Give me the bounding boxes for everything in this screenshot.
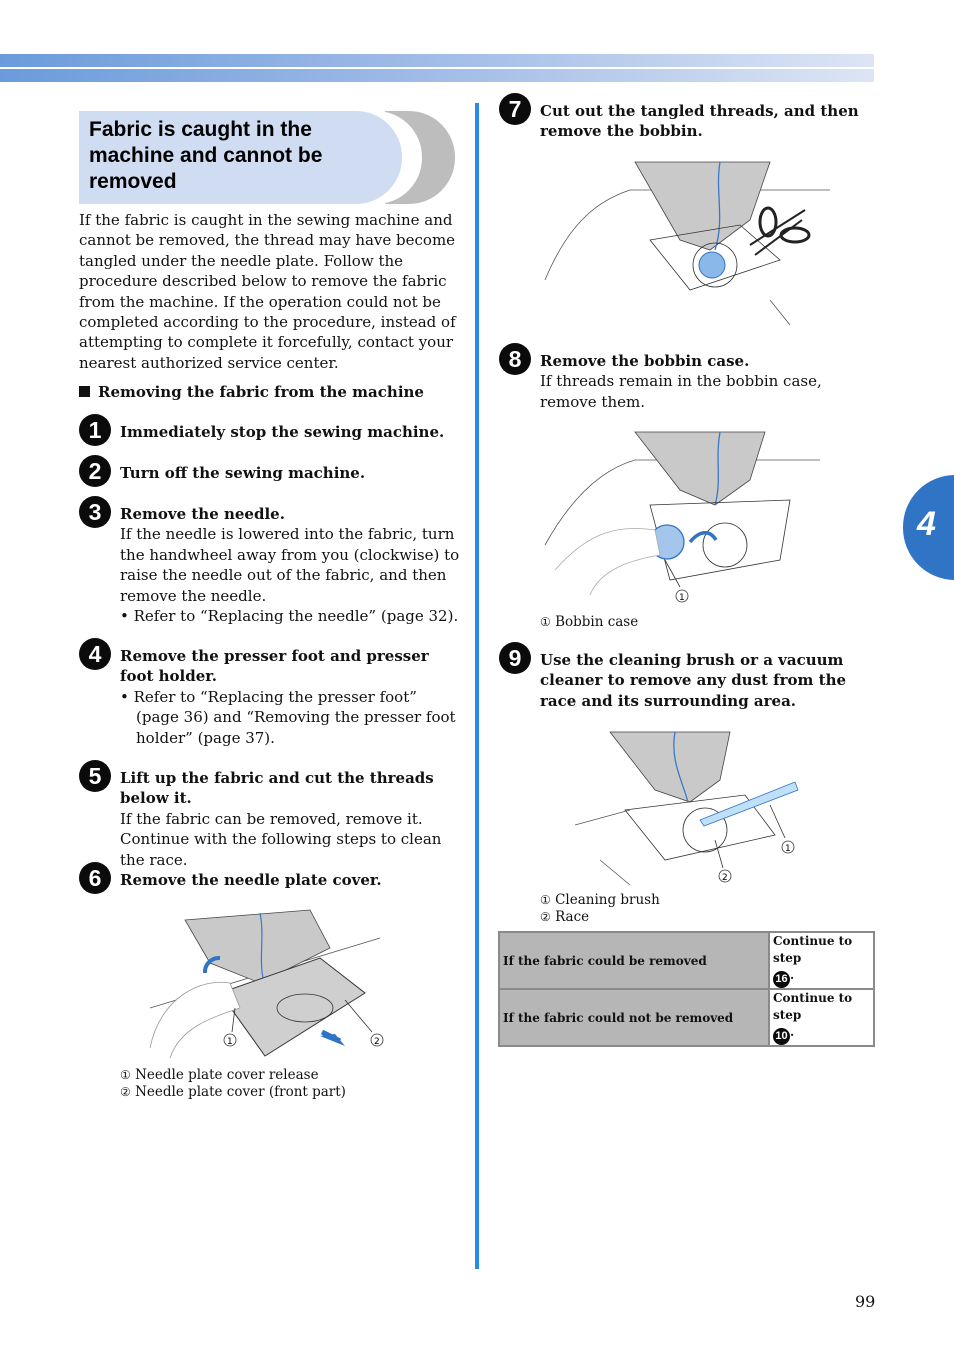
step-number-icon: 9 <box>499 642 531 674</box>
step-heading: Cut out the tangled threads, and then re… <box>540 102 859 141</box>
intro-paragraph: If the fabric is caught in the sewing ma… <box>79 211 456 372</box>
step-number-icon: 1 <box>79 414 111 446</box>
action-cell[interactable]: Continue to step 10. <box>768 988 875 1047</box>
callout-item: ② Needle plate cover (front part) <box>120 1084 346 1101</box>
step-heading: Immediately stop the sewing machine. <box>120 423 445 441</box>
callout-list: ① Cleaning brush ② Race <box>540 892 660 925</box>
step-2: 2 Turn off the sewing machine. <box>79 455 460 487</box>
step-heading: Remove the bobbin case. <box>540 352 750 370</box>
callout-list: ① Needle plate cover release ② Needle pl… <box>120 1067 346 1100</box>
step-bullet: • Refer to “Replacing the presser foot” … <box>120 687 456 747</box>
step-heading: Turn off the sewing machine. <box>120 464 366 482</box>
callout-label: Needle plate cover (front part) <box>135 1083 346 1100</box>
subheading-text: Removing the fabric from the machine <box>98 383 424 401</box>
step-bullet: • Refer to “Replacing the needle” (page … <box>120 607 459 626</box>
chapter-tab[interactable]: 4 <box>903 475 954 580</box>
step-heading: Lift up the fabric and cut the threads b… <box>120 769 434 808</box>
step-heading: Remove the needle. <box>120 505 285 523</box>
step-number-icon: 4 <box>79 638 111 670</box>
condition-cell: If the fabric could be removed <box>498 931 770 990</box>
step-number-icon: 2 <box>79 455 111 487</box>
step-4: 4 Remove the presser foot and presser fo… <box>79 638 460 748</box>
step-heading: Remove the needle plate cover. <box>120 871 382 889</box>
action-text: Continue to step <box>773 991 853 1022</box>
step-number-icon: 7 <box>499 93 531 125</box>
step-ref-icon: 10 <box>773 1028 790 1045</box>
bobbin-case-illustration: 1 <box>544 431 820 603</box>
chapter-number: 4 <box>917 505 936 543</box>
table-row: If the fabric could be removed Continue … <box>498 931 875 990</box>
step-number-icon: 6 <box>79 862 111 894</box>
header-band-bottom <box>0 69 874 82</box>
step-body: If the fabric can be removed, remove it.… <box>120 809 442 869</box>
header-band-top <box>0 54 874 67</box>
square-bullet-icon <box>79 386 90 397</box>
subheading: Removing the fabric from the machine <box>79 382 424 402</box>
callout-label: Needle plate cover release <box>135 1067 319 1083</box>
step-ref-icon: 16 <box>773 971 790 988</box>
column-divider <box>475 103 479 1269</box>
callout-item: ① Bobbin case <box>540 614 638 631</box>
step-number-icon: 5 <box>79 760 111 792</box>
callout-label: Bobbin case <box>555 614 639 630</box>
step-5: 5 Lift up the fabric and cut the threads… <box>79 760 460 870</box>
action-text: Continue to step <box>773 934 853 965</box>
step-heading: Use the cleaning brush or a vacuum clean… <box>540 651 847 710</box>
callout-number: ② <box>540 909 551 924</box>
step-1: 1 Immediately stop the sewing machine. <box>79 414 460 446</box>
step-8: 8 Remove the bobbin case. If threads rem… <box>499 343 875 412</box>
svg-text:1: 1 <box>227 1037 233 1047</box>
callout-number: ② <box>120 1084 131 1099</box>
svg-text:2: 2 <box>374 1037 380 1047</box>
callout-item: ② Race <box>540 909 660 926</box>
cleaning-race-illustration: 1 2 <box>574 731 799 886</box>
condition-cell: If the fabric could not be removed <box>498 988 770 1047</box>
svg-text:1: 1 <box>679 593 685 603</box>
callout-item: ① Needle plate cover release <box>120 1067 346 1084</box>
page-number: 99 <box>855 1292 876 1311</box>
step-body: If the needle is lowered into the fabric… <box>120 525 460 605</box>
callout-label: Cleaning brush <box>555 892 660 908</box>
callout-label: Race <box>555 908 590 925</box>
step-body: If threads remain in the bobbin case, re… <box>540 372 822 411</box>
callout-number: ① <box>540 615 551 629</box>
step-7: 7 Cut out the tangled threads, and then … <box>499 93 875 142</box>
step-heading: Remove the presser foot and presser foot… <box>120 647 429 686</box>
callout-list: ① Bobbin case <box>540 614 638 631</box>
section-title-box: Fabric is caught in the machine and cann… <box>79 111 455 204</box>
reference-link[interactable]: Refer to “Replacing the presser foot” (p… <box>134 688 456 747</box>
reference-link[interactable]: Refer to “Replacing the needle” (page 32… <box>134 607 459 625</box>
step-6: 6 Remove the needle plate cover. <box>79 862 460 894</box>
action-cell[interactable]: Continue to step 16. <box>768 931 875 990</box>
callout-item: ① Cleaning brush <box>540 892 660 909</box>
cut-threads-illustration <box>544 161 830 326</box>
svg-text:2: 2 <box>722 873 728 883</box>
continue-table: If the fabric could be removed Continue … <box>498 931 875 1047</box>
step-number-icon: 8 <box>499 343 531 375</box>
needle-plate-cover-illustration: 1 2 <box>149 909 384 1059</box>
table-row: If the fabric could not be removed Conti… <box>498 988 875 1047</box>
section-title: Fabric is caught in the machine and cann… <box>89 118 323 193</box>
svg-text:1: 1 <box>785 844 791 854</box>
step-3: 3 Remove the needle. If the needle is lo… <box>79 496 460 626</box>
step-number-icon: 3 <box>79 496 111 528</box>
callout-number: ① <box>540 893 551 907</box>
step-9: 9 Use the cleaning brush or a vacuum cle… <box>499 642 875 711</box>
callout-number: ① <box>120 1068 131 1082</box>
